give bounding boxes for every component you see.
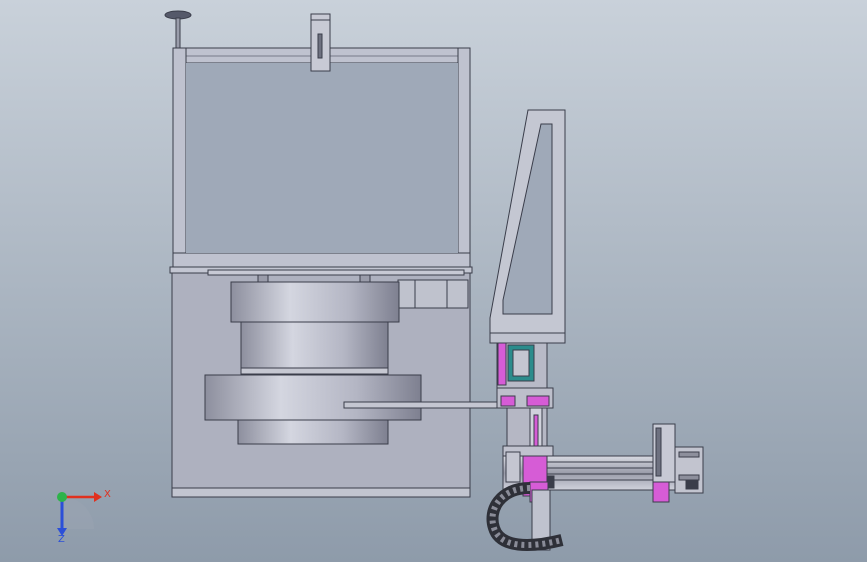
frame-right-post — [457, 47, 471, 269]
drum-top-section — [230, 281, 400, 323]
upper-frame — [164, 10, 471, 269]
cad-viewport[interactable]: X Z — [0, 0, 867, 562]
frame-left-post — [172, 47, 187, 269]
vertical-actuator — [496, 342, 554, 473]
z-axis-label: Z — [58, 534, 65, 545]
y-axis-dot — [57, 492, 67, 502]
drum-main-section — [204, 374, 422, 421]
x-axis-label: X — [104, 489, 111, 500]
drive-shaft — [343, 401, 505, 409]
